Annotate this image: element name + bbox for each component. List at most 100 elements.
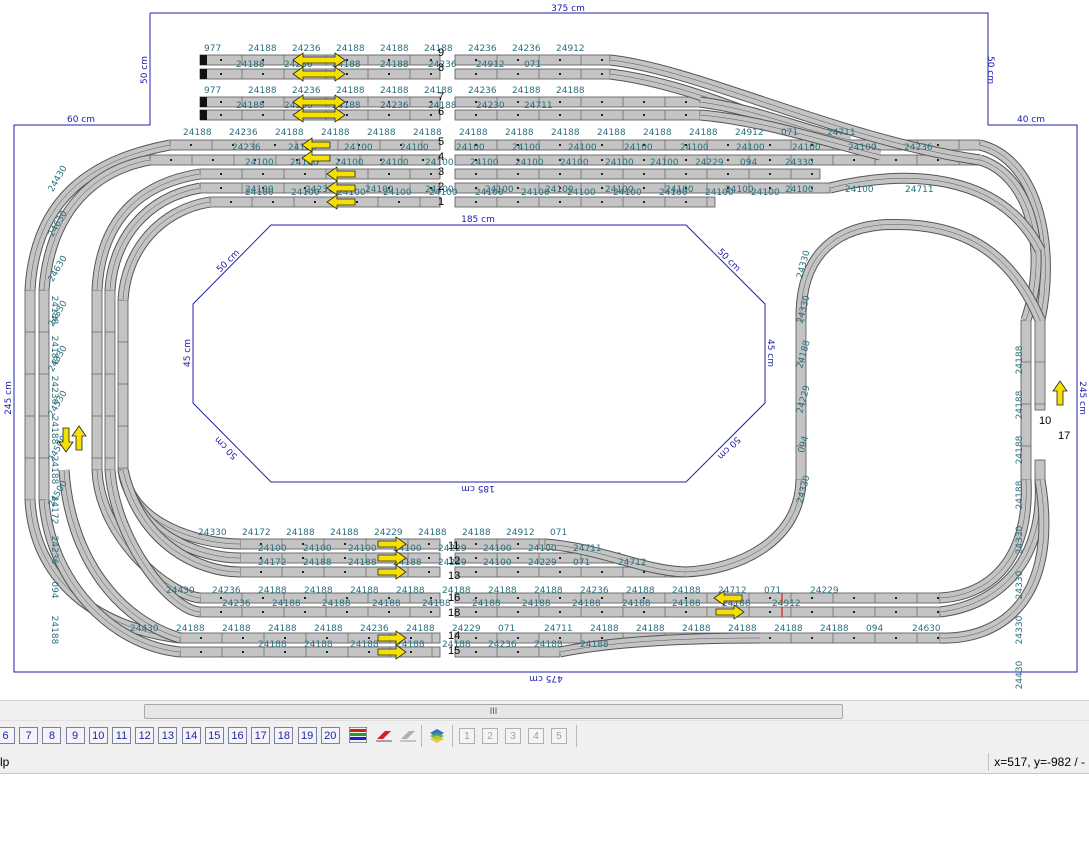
dim-right: 245 cm xyxy=(1077,381,1087,415)
layer-button[interactable]: 6 xyxy=(0,727,15,744)
straight-track-vertical[interactable] xyxy=(24,289,36,501)
part-number-label: 24188 xyxy=(348,558,377,568)
part-number-label: 24188 xyxy=(597,128,626,138)
layer-button[interactable]: 10 xyxy=(88,727,108,744)
status-text: lp xyxy=(0,755,10,769)
layer-button[interactable]: 18 xyxy=(274,727,294,744)
part-number-label: 24188 xyxy=(275,128,304,138)
part-number-label: 24100 xyxy=(470,158,499,168)
part-number-label: 24188 xyxy=(336,44,365,54)
part-number-label: 24230 xyxy=(476,101,505,111)
straight-track[interactable] xyxy=(454,68,611,80)
straight-track-vertical[interactable] xyxy=(117,299,129,471)
part-number-label: 24188 xyxy=(49,296,59,325)
layer-button[interactable]: 13 xyxy=(158,727,178,744)
dim-inner-tl: 50 cm xyxy=(215,248,242,275)
part-number-label: 071 xyxy=(764,586,781,596)
cursor-coordinates: x=517, y=-982 / - xyxy=(994,755,1085,769)
part-number-label: 24100 xyxy=(400,143,429,153)
part-number-label: 071 xyxy=(498,624,515,634)
layer-gray-icon[interactable] xyxy=(397,727,419,746)
part-number-label: 24100 xyxy=(348,544,377,554)
scrollbar-thumb[interactable]: III xyxy=(144,704,843,719)
curved-track[interactable] xyxy=(58,469,182,644)
layer-button[interactable]: 9 xyxy=(65,727,85,744)
part-number-label: 24100 xyxy=(568,143,597,153)
track-plan-drawing[interactable]: 375 cm 50 cm 50 cm 60 cm 40 cm 245 cm 24… xyxy=(0,0,1089,700)
part-number-label: 24100 xyxy=(680,143,709,153)
group-button[interactable]: 3 xyxy=(505,728,521,744)
part-number-label: 24188 xyxy=(1015,345,1025,374)
group-button[interactable]: 5 xyxy=(551,728,567,744)
part-number-label: 24100 xyxy=(567,188,596,198)
part-number-label: 24188 xyxy=(512,86,541,96)
straight-track-vertical[interactable] xyxy=(1034,319,1046,411)
layout-canvas[interactable]: 375 cm 50 cm 50 cm 60 cm 40 cm 245 cm 24… xyxy=(0,0,1089,700)
track-number: 15 xyxy=(448,645,460,657)
group-button[interactable]: 2 xyxy=(482,728,498,744)
straight-track[interactable] xyxy=(454,168,821,180)
buffer-stop xyxy=(200,55,207,65)
straight-track-vertical[interactable] xyxy=(1034,459,1046,481)
toolbar-separator xyxy=(452,725,453,747)
track-number: 12 xyxy=(448,555,460,567)
curved-track[interactable] xyxy=(684,479,807,578)
part-number-label: 24100 xyxy=(785,185,814,195)
part-number-label: 24188 xyxy=(372,599,401,609)
layer-button[interactable]: 7 xyxy=(19,727,39,744)
layer-button[interactable]: 8 xyxy=(42,727,62,744)
arrow-up-icon[interactable] xyxy=(71,425,87,451)
straight-track[interactable] xyxy=(454,109,701,121)
part-number-label: 24236 xyxy=(292,86,321,96)
part-number-label: 24100 xyxy=(650,158,679,168)
layer-button[interactable]: 16 xyxy=(228,727,247,744)
horizontal-scrollbar[interactable]: III xyxy=(0,700,1089,721)
layers-stack-icon[interactable] xyxy=(426,727,448,746)
part-number-label: 24188 xyxy=(418,528,447,538)
part-number-label: 24188 xyxy=(505,128,534,138)
layer-button[interactable]: 20 xyxy=(320,727,340,744)
layer-button[interactable]: 12 xyxy=(135,727,155,744)
layer-button[interactable]: 17 xyxy=(251,727,271,744)
layer-red-icon[interactable] xyxy=(373,727,395,746)
part-number-label: 24236 xyxy=(222,599,251,609)
part-number-label: 24100 xyxy=(483,544,512,554)
dim-left-step: 60 cm xyxy=(67,115,95,125)
straight-track[interactable] xyxy=(454,196,716,208)
part-number-label: 094 xyxy=(49,581,59,598)
dim-right-step: 40 cm xyxy=(1017,115,1045,125)
part-number-label: 24712 xyxy=(618,558,647,568)
straight-track[interactable] xyxy=(199,168,441,180)
layer-button[interactable]: 11 xyxy=(112,727,131,744)
layers-all-icon[interactable] xyxy=(347,726,369,746)
group-button[interactable]: 4 xyxy=(528,728,544,744)
buffer-stop xyxy=(200,69,207,79)
layer-button[interactable]: 19 xyxy=(297,727,317,744)
arrow-up-icon[interactable] xyxy=(1052,380,1068,406)
part-number-label: 24100 xyxy=(335,158,364,168)
dim-inner-bl: 50 cm xyxy=(213,434,240,461)
layer-button[interactable]: 15 xyxy=(204,727,224,744)
straight-track[interactable] xyxy=(209,196,441,208)
curved-track[interactable] xyxy=(879,218,1046,323)
curved-track[interactable] xyxy=(795,219,881,321)
part-number-label: 24188 xyxy=(248,86,277,96)
straight-track-vertical[interactable] xyxy=(104,289,116,471)
part-number-label: 24912 xyxy=(506,528,535,538)
straight-track-vertical[interactable] xyxy=(91,289,103,471)
dim-inner-tr: 50 cm xyxy=(715,247,742,274)
group-button[interactable]: 1 xyxy=(459,728,475,744)
track-number: 14 xyxy=(448,630,460,642)
part-number-label: 24100 xyxy=(245,158,274,168)
track-number: 8 xyxy=(438,62,444,74)
part-number-label: 24188 xyxy=(522,599,551,609)
part-number-label: 24100 xyxy=(659,188,688,198)
buffer-stop xyxy=(200,110,207,120)
part-number-label: 24188 xyxy=(380,60,409,70)
track-number: 4 xyxy=(438,151,444,163)
straight-track[interactable] xyxy=(239,566,441,578)
toolbar-separator xyxy=(576,725,577,747)
layer-button[interactable]: 14 xyxy=(181,727,201,744)
part-number-label: 24188 xyxy=(643,128,672,138)
part-number-label: 24188 xyxy=(258,640,287,650)
